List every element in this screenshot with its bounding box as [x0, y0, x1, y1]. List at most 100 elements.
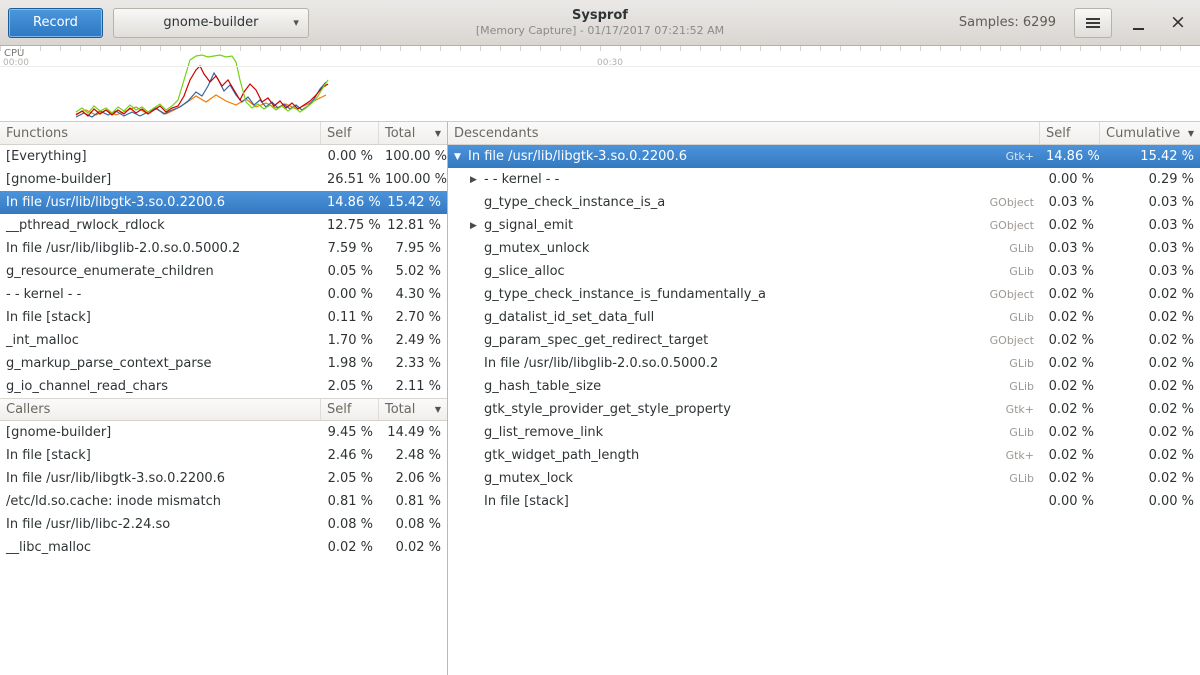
descendant-row[interactable]: ▶g_signal_emitGObject0.02 %0.03 %	[448, 214, 1200, 237]
library-category-badge: GLib	[999, 357, 1034, 370]
symbol-cell: ▶g_signal_emitGObject	[448, 218, 1040, 233]
symbol-name: [gnome-builder]	[0, 172, 321, 187]
symbol-name: gtk_style_provider_get_style_property	[484, 402, 731, 417]
total-column-label: Total	[385, 402, 415, 417]
symbol-name: g_datalist_id_set_data_full	[484, 310, 654, 325]
timeline-tick-start: 00:00	[3, 58, 29, 68]
total-percent: 2.06 %	[379, 471, 447, 486]
descendant-row[interactable]: g_mutex_unlockGLib0.03 %0.03 %	[448, 237, 1200, 260]
function-row[interactable]: - - kernel - -0.00 %4.30 %	[0, 283, 447, 306]
record-button[interactable]: Record	[8, 8, 103, 38]
chevron-down-icon: ▾	[293, 16, 299, 29]
caller-row[interactable]: /etc/ld.so.cache: inode mismatch0.81 %0.…	[0, 490, 447, 513]
cumulative-percent: 0.02 %	[1100, 287, 1200, 302]
function-row[interactable]: g_io_channel_read_chars2.05 %2.11 %	[0, 375, 447, 398]
caller-row[interactable]: In file /usr/lib/libgtk-3.so.0.2200.62.0…	[0, 467, 447, 490]
total-percent: 0.08 %	[379, 517, 447, 532]
symbol-name: gtk_widget_path_length	[484, 448, 639, 463]
self-percent: 9.45 %	[321, 425, 379, 440]
functions-column-label: Functions	[6, 126, 68, 141]
minimize-button[interactable]	[1124, 8, 1152, 38]
self-percent: 0.05 %	[321, 264, 379, 279]
descendant-row[interactable]: ▼In file /usr/lib/libgtk-3.so.0.2200.6Gt…	[448, 145, 1200, 168]
total-percent: 2.11 %	[379, 379, 447, 394]
self-column-label: Self	[327, 126, 351, 141]
symbol-name: g_type_check_instance_is_a	[484, 195, 665, 210]
symbol-name: g_type_check_instance_is_fundamentally_a	[484, 287, 766, 302]
descendant-row[interactable]: g_hash_table_sizeGLib0.02 %0.02 %	[448, 375, 1200, 398]
functions-self-column-header[interactable]: Self	[321, 122, 379, 144]
callers-column-header[interactable]: Callers	[0, 399, 321, 420]
self-percent: 26.51 %	[321, 172, 379, 187]
descendant-row[interactable]: gtk_widget_path_lengthGtk+0.02 %0.02 %	[448, 444, 1200, 467]
symbol-cell: gtk_style_provider_get_style_propertyGtk…	[448, 402, 1040, 417]
samples-count: Samples: 6299	[959, 15, 1056, 30]
function-row[interactable]: _int_malloc1.70 %2.49 %	[0, 329, 447, 352]
descendant-row[interactable]: In file [stack]0.00 %0.00 %	[448, 490, 1200, 513]
symbol-name: g_hash_table_size	[484, 379, 601, 394]
expander-closed-icon[interactable]: ▶	[470, 175, 484, 185]
symbol-cell: g_type_check_instance_is_fundamentally_a…	[448, 287, 1040, 302]
total-percent: 14.49 %	[379, 425, 447, 440]
total-column-label: Total	[385, 126, 415, 141]
function-row[interactable]: [Everything]0.00 %100.00 %	[0, 145, 447, 168]
descendant-row[interactable]: ▶- - kernel - -0.00 %0.29 %	[448, 168, 1200, 191]
callers-self-column-header[interactable]: Self	[321, 399, 379, 420]
cpu-timeline[interactable]: CPU 00:00 00:30	[0, 46, 1200, 122]
descendant-row[interactable]: g_list_remove_linkGLib0.02 %0.02 %	[448, 421, 1200, 444]
cumulative-percent: 0.03 %	[1100, 241, 1200, 256]
function-row[interactable]: __pthread_rwlock_rdlock12.75 %12.81 %	[0, 214, 447, 237]
timeline-tick-mid: 00:30	[597, 58, 623, 68]
descendant-row[interactable]: In file /usr/lib/libglib-2.0.so.0.5000.2…	[448, 352, 1200, 375]
symbol-name: g_markup_parse_context_parse	[0, 356, 321, 371]
symbol-name: In file /usr/lib/libglib-2.0.so.0.5000.2	[0, 241, 321, 256]
functions-column-header[interactable]: Functions	[0, 122, 321, 144]
caller-row[interactable]: [gnome-builder]9.45 %14.49 %	[0, 421, 447, 444]
headerbar: Record gnome-builder ▾ Sysprof [Memory C…	[0, 0, 1200, 46]
self-column-label: Self	[327, 402, 351, 417]
descendants-cumulative-column-header[interactable]: Cumulative ▼	[1100, 122, 1200, 144]
callers-total-column-header[interactable]: Total ▼	[379, 399, 447, 420]
total-percent: 2.48 %	[379, 448, 447, 463]
menu-button[interactable]	[1074, 8, 1112, 38]
self-percent: 1.98 %	[321, 356, 379, 371]
descendant-row[interactable]: g_datalist_id_set_data_fullGLib0.02 %0.0…	[448, 306, 1200, 329]
window-subtitle: [Memory Capture] - 01/17/2017 07:21:52 A…	[476, 24, 724, 37]
descendant-row[interactable]: g_type_check_instance_is_aGObject0.03 %0…	[448, 191, 1200, 214]
descendant-row[interactable]: gtk_style_provider_get_style_propertyGtk…	[448, 398, 1200, 421]
symbol-name: In file /usr/lib/libgtk-3.so.0.2200.6	[0, 471, 321, 486]
cumulative-percent: 0.00 %	[1100, 494, 1200, 509]
function-row[interactable]: In file /usr/lib/libglib-2.0.so.0.5000.2…	[0, 237, 447, 260]
caller-row[interactable]: __libc_malloc0.02 %0.02 %	[0, 536, 447, 559]
self-percent: 0.00 %	[1040, 494, 1100, 509]
descendant-row[interactable]: g_mutex_lockGLib0.02 %0.02 %	[448, 467, 1200, 490]
profile-target-label: gnome-builder	[163, 15, 258, 30]
total-percent: 2.70 %	[379, 310, 447, 325]
function-row[interactable]: [gnome-builder]26.51 %100.00 %	[0, 168, 447, 191]
descendant-row[interactable]: g_type_check_instance_is_fundamentally_a…	[448, 283, 1200, 306]
function-row[interactable]: g_markup_parse_context_parse1.98 %2.33 %	[0, 352, 447, 375]
function-row[interactable]: g_resource_enumerate_children0.05 %5.02 …	[0, 260, 447, 283]
caller-row[interactable]: In file [stack]2.46 %2.48 %	[0, 444, 447, 467]
self-percent: 0.02 %	[1040, 402, 1100, 417]
descendant-row[interactable]: g_param_spec_get_redirect_targetGObject0…	[448, 329, 1200, 352]
window-title-area: Sysprof [Memory Capture] - 01/17/2017 07…	[476, 8, 724, 37]
close-button[interactable]: ×	[1164, 8, 1192, 38]
functions-total-column-header[interactable]: Total ▼	[379, 122, 447, 144]
descendants-column-label: Descendants	[454, 126, 539, 141]
expander-closed-icon[interactable]: ▶	[470, 221, 484, 231]
function-row[interactable]: In file /usr/lib/libgtk-3.so.0.2200.614.…	[0, 191, 447, 214]
function-row[interactable]: In file [stack]0.11 %2.70 %	[0, 306, 447, 329]
descendants-self-column-header[interactable]: Self	[1040, 122, 1100, 144]
cumulative-percent: 0.03 %	[1100, 195, 1200, 210]
cumulative-percent: 0.02 %	[1100, 379, 1200, 394]
symbol-cell: g_mutex_unlockGLib	[448, 241, 1040, 256]
descendants-column-header[interactable]: Descendants	[448, 122, 1040, 144]
caller-row[interactable]: In file /usr/lib/libc-2.24.so0.08 %0.08 …	[0, 513, 447, 536]
self-percent: 2.05 %	[321, 471, 379, 486]
symbol-name: In file /usr/lib/libgtk-3.so.0.2200.6	[0, 195, 321, 210]
expander-open-icon[interactable]: ▼	[454, 152, 468, 162]
descendant-row[interactable]: g_slice_allocGLib0.03 %0.03 %	[448, 260, 1200, 283]
cumulative-percent: 0.02 %	[1100, 356, 1200, 371]
profile-target-dropdown[interactable]: gnome-builder ▾	[113, 8, 309, 38]
